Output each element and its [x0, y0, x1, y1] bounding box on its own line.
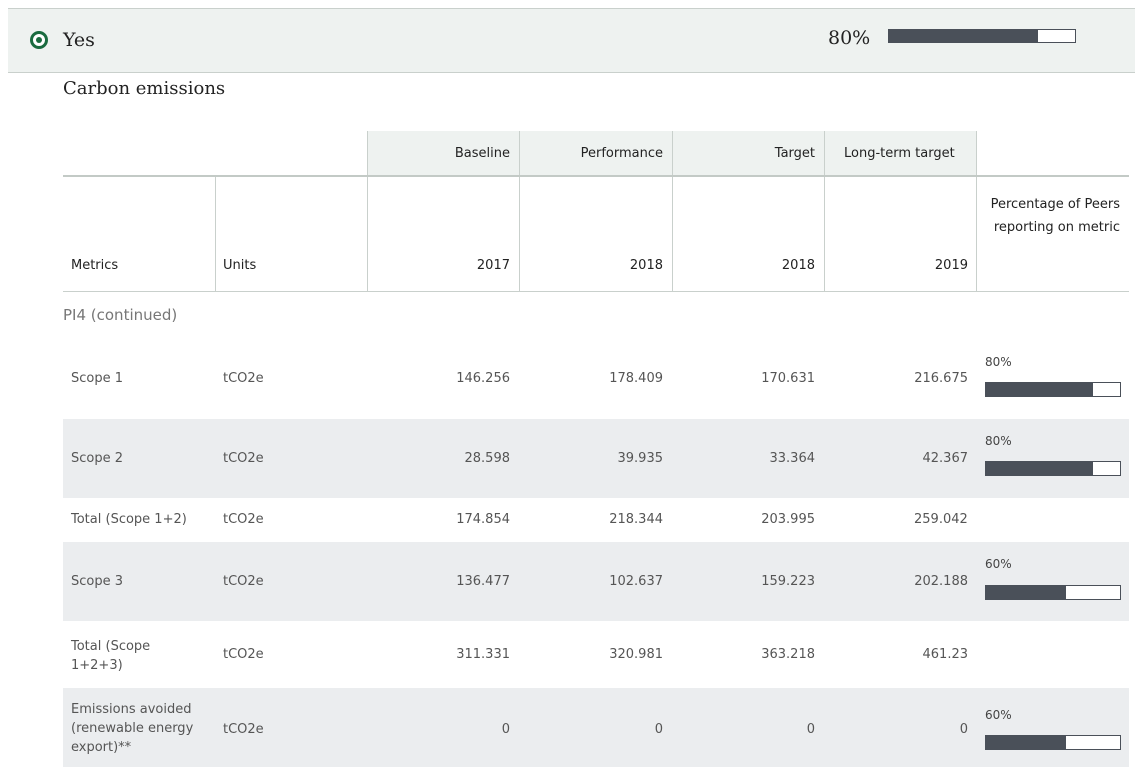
divider [824, 131, 825, 175]
group-header-baseline: Baseline [454, 146, 510, 161]
row-value-2019: 42.367 [922, 451, 969, 466]
divider [519, 177, 520, 291]
divider [824, 177, 825, 291]
row-peers-percent: 80% [985, 434, 1012, 448]
row-unit: tCO2e [223, 371, 264, 386]
row-metric: Scope 1 [71, 371, 124, 386]
row-metric: Emissions avoided (renewable energy expo… [71, 702, 194, 755]
group-header-performance: Performance [580, 146, 663, 161]
row-peers-bar [985, 735, 1121, 750]
col-header-2019: 2019 [934, 258, 968, 273]
section-title: Carbon emissions [63, 78, 226, 99]
row-peers-bar-fill [986, 586, 1067, 599]
group-header-target: Target [774, 146, 815, 161]
group-header-long-term-target: Long-term target [844, 146, 955, 161]
row-value-2018-performance: 178.409 [609, 371, 663, 386]
answer-progress-fill [889, 30, 1038, 42]
row-value-2017: 174.854 [456, 512, 510, 527]
row-value-2018-performance: 320.981 [609, 647, 663, 662]
row-metric: Total (Scope 1+2) [71, 512, 187, 527]
answer-percent: 80% [828, 27, 871, 49]
col-header-units: Units [223, 258, 257, 273]
row-peers-bar [985, 382, 1121, 397]
row-peers-percent: 60% [985, 708, 1012, 722]
row-value-2018-target: 363.218 [761, 647, 815, 662]
row-unit: tCO2e [223, 574, 264, 589]
col-header-2017: 2017 [476, 258, 510, 273]
col-header-metrics: Metrics [71, 258, 119, 273]
row-value-2017: 28.598 [464, 451, 511, 466]
row-metric: Scope 2 [71, 451, 124, 466]
row-peers-bar-fill [986, 383, 1094, 396]
header-rule [63, 175, 1129, 177]
row-value-2017: 311.331 [456, 647, 510, 662]
row-unit: tCO2e [223, 722, 264, 737]
row-value-2018-performance: 39.935 [617, 451, 664, 466]
row-value-2018-performance: 218.344 [609, 512, 663, 527]
row-value-2019: 0 [959, 722, 968, 737]
row-unit: tCO2e [223, 647, 264, 662]
row-peers-bar [985, 585, 1121, 600]
row-value-2018-target: 159.223 [761, 574, 815, 589]
row-value-2018-performance: 0 [654, 722, 663, 737]
col-header-2018-performance: 2018 [629, 258, 663, 273]
row-value-2018-performance: 102.637 [609, 574, 663, 589]
row-value-2019: 202.188 [914, 574, 968, 589]
row-value-2018-target: 170.631 [761, 371, 815, 386]
row-value-2018-target: 33.364 [769, 451, 816, 466]
answer-progress-bar [888, 29, 1076, 43]
row-peers-bar-fill [986, 462, 1094, 475]
row-unit: tCO2e [223, 512, 264, 527]
row-peers-percent: 60% [985, 557, 1012, 571]
row-peers-bar [985, 461, 1121, 476]
col-header-peers-percentage: Percentage of Peers reporting on metric [990, 197, 1120, 235]
row-value-2017: 0 [501, 722, 510, 737]
subsection-label: PI4 (continued) [63, 306, 178, 324]
row-peers-bar-fill [986, 736, 1067, 749]
header-bottom-rule [63, 291, 1129, 292]
row-unit: tCO2e [223, 451, 264, 466]
row-value-2019: 259.042 [914, 512, 968, 527]
row-metric: Total (Scope 1+2+3) [71, 639, 151, 673]
row-value-2017: 146.256 [456, 371, 510, 386]
answer-label: Yes [63, 29, 95, 51]
row-metric: Scope 3 [71, 574, 124, 589]
row-value-2018-target: 0 [806, 722, 815, 737]
row-value-2017: 136.477 [456, 574, 510, 589]
answer-bar: Yes 80% [8, 8, 1135, 73]
divider [672, 177, 673, 291]
divider [215, 177, 216, 291]
col-header-2018-target: 2018 [781, 258, 815, 273]
row-value-2019: 216.675 [914, 371, 968, 386]
divider [367, 177, 368, 291]
row-value-2019: 461.23 [922, 647, 969, 662]
row-peers-percent: 80% [985, 355, 1012, 369]
radio-selected-icon[interactable] [30, 31, 48, 49]
divider [976, 131, 977, 175]
row-value-2018-target: 203.995 [761, 512, 815, 527]
